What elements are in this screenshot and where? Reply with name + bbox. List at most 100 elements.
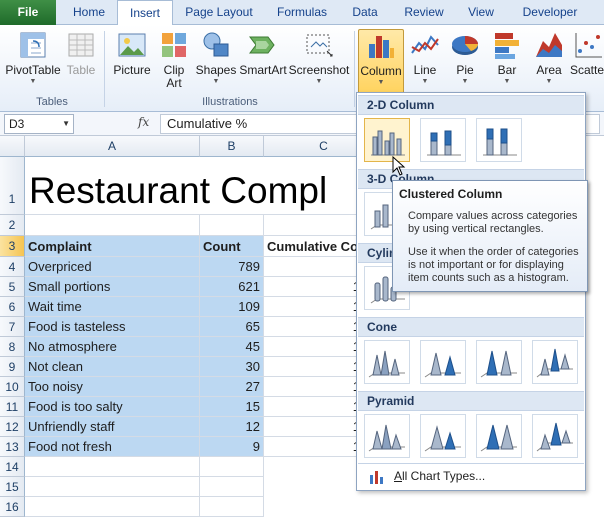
table-row-count[interactable]: 15 [200,397,264,417]
header-count[interactable]: Count [200,236,264,257]
shapes-button[interactable]: Shapes ▼ [194,29,238,99]
row-header[interactable]: 16 [0,497,25,517]
tab-review[interactable]: Review [395,0,453,25]
table-row-complaint[interactable]: Food is tasteless [25,317,200,337]
table-row-cumulative[interactable]: 1 [264,357,364,377]
cell-empty[interactable] [25,497,200,517]
area-chart-button[interactable]: Area ▼ [530,29,568,99]
table-row-count[interactable]: 45 [200,337,264,357]
table-row-complaint[interactable]: Wait time [25,297,200,317]
row-header[interactable]: 13 [0,437,25,457]
stacked-pyramid-option[interactable] [420,414,466,458]
clustered-cone-option[interactable] [364,340,410,384]
bar-label: Bar [497,63,517,77]
cell-b2[interactable] [200,215,264,236]
table-row-complaint[interactable]: Not clean [25,357,200,377]
header-complaint[interactable]: Complaint [25,236,200,257]
table-row-count[interactable]: 109 [200,297,264,317]
3d-pyramid-option[interactable] [532,414,578,458]
table-row-count[interactable]: 9 [200,437,264,457]
table-row-complaint[interactable]: Food not fresh [25,437,200,457]
table-button[interactable]: Table [62,29,100,99]
tab-file[interactable]: File [0,0,56,25]
pivottable-button[interactable]: PivotTable ▼ [4,29,62,99]
tab-formulas[interactable]: Formulas [267,0,337,25]
cell-empty[interactable] [200,457,264,477]
row-header[interactable]: 1 [0,157,25,215]
table-row-complaint[interactable]: Unfriendly staff [25,417,200,437]
cell-empty[interactable] [200,497,264,517]
table-row-count[interactable]: 27 [200,377,264,397]
table-row-cumulative[interactable]: 1 [264,277,364,297]
screenshot-button[interactable]: Screenshot ▼ [288,29,350,99]
row-header[interactable]: 10 [0,377,25,397]
all-chart-types-link[interactable]: All Chart Types... [358,463,584,487]
row-header[interactable]: 14 [0,457,25,477]
table-row-cumulative[interactable]: 1 [264,417,364,437]
row-header[interactable]: 5 [0,277,25,297]
smartart-button[interactable]: SmartArt [238,29,288,99]
table-row-complaint[interactable]: Overpriced [25,257,200,277]
table-row-count[interactable]: 621 [200,277,264,297]
row-header[interactable]: 12 [0,417,25,437]
table-row-count[interactable]: 12 [200,417,264,437]
row-header[interactable]: 4 [0,257,25,277]
tab-insert[interactable]: Insert [117,0,173,26]
tab-home[interactable]: Home [62,0,116,25]
stacked-cone-option[interactable] [420,340,466,384]
select-all-corner[interactable] [0,136,25,157]
column-header-a[interactable]: A [25,136,200,157]
table-row-cumulative[interactable]: 1 [264,437,364,457]
table-row-cumulative[interactable]: 1 [264,337,364,357]
table-row-count[interactable]: 30 [200,357,264,377]
table-row-complaint[interactable]: Food is too salty [25,397,200,417]
clustered-pyramid-option[interactable] [364,414,410,458]
row-header[interactable]: 2 [0,215,25,236]
cell-empty[interactable] [25,457,200,477]
100-stacked-pyramid-option[interactable] [476,414,522,458]
3d-cone-option[interactable] [532,340,578,384]
row-header[interactable]: 8 [0,337,25,357]
table-row-cumulative[interactable]: 1 [264,397,364,417]
line-chart-button[interactable]: Line ▼ [406,29,444,99]
bar-chart-button[interactable]: Bar ▼ [488,29,526,99]
chevron-down-icon[interactable]: ▼ [62,115,70,133]
cell-empty[interactable] [25,477,200,497]
clustered-pyramid-icon [368,424,405,452]
pivottable-label: PivotTable [5,63,61,77]
pie-chart-button[interactable]: Pie ▼ [446,29,484,99]
row-header[interactable]: 6 [0,297,25,317]
name-box[interactable]: D3 ▼ [4,114,74,134]
row-header[interactable]: 3 [0,236,25,257]
insert-function-icon[interactable]: fx [138,115,149,129]
row-header[interactable]: 11 [0,397,25,417]
cell-empty[interactable] [200,477,264,497]
tab-developer[interactable]: Developer [515,0,585,25]
100-stacked-column-icon [483,128,517,156]
table-row-complaint[interactable]: Too noisy [25,377,200,397]
row-header[interactable]: 9 [0,357,25,377]
scatter-chart-button[interactable]: Scatte [570,29,604,99]
chevron-down-icon: ▼ [503,78,511,85]
table-row-complaint[interactable]: Small portions [25,277,200,297]
table-row-count[interactable]: 65 [200,317,264,337]
picture-button[interactable]: Picture [110,29,154,99]
table-row-cumulative[interactable]: 1 [264,297,364,317]
table-row-cumulative[interactable]: 1 [264,317,364,337]
clip-art-button[interactable]: Clip Art [156,29,192,99]
tab-page-layout[interactable]: Page Layout [177,0,261,25]
table-row-cumulative[interactable]: 1 [264,377,364,397]
table-row-complaint[interactable]: No atmosphere [25,337,200,357]
cell-a2[interactable] [25,215,200,236]
tab-data[interactable]: Data [341,0,389,25]
stacked-column-option[interactable] [420,118,466,162]
100-stacked-cone-option[interactable] [476,340,522,384]
all-chart-types-label: All Chart Types... [394,469,485,483]
row-header[interactable]: 7 [0,317,25,337]
row-header[interactable]: 15 [0,477,25,497]
column-header-b[interactable]: B [200,136,264,157]
tab-view[interactable]: View [457,0,505,25]
column-chart-button[interactable]: Column ▼ [358,29,404,95]
table-row-count[interactable]: 789 [200,257,264,277]
100-stacked-column-option[interactable] [476,118,522,162]
